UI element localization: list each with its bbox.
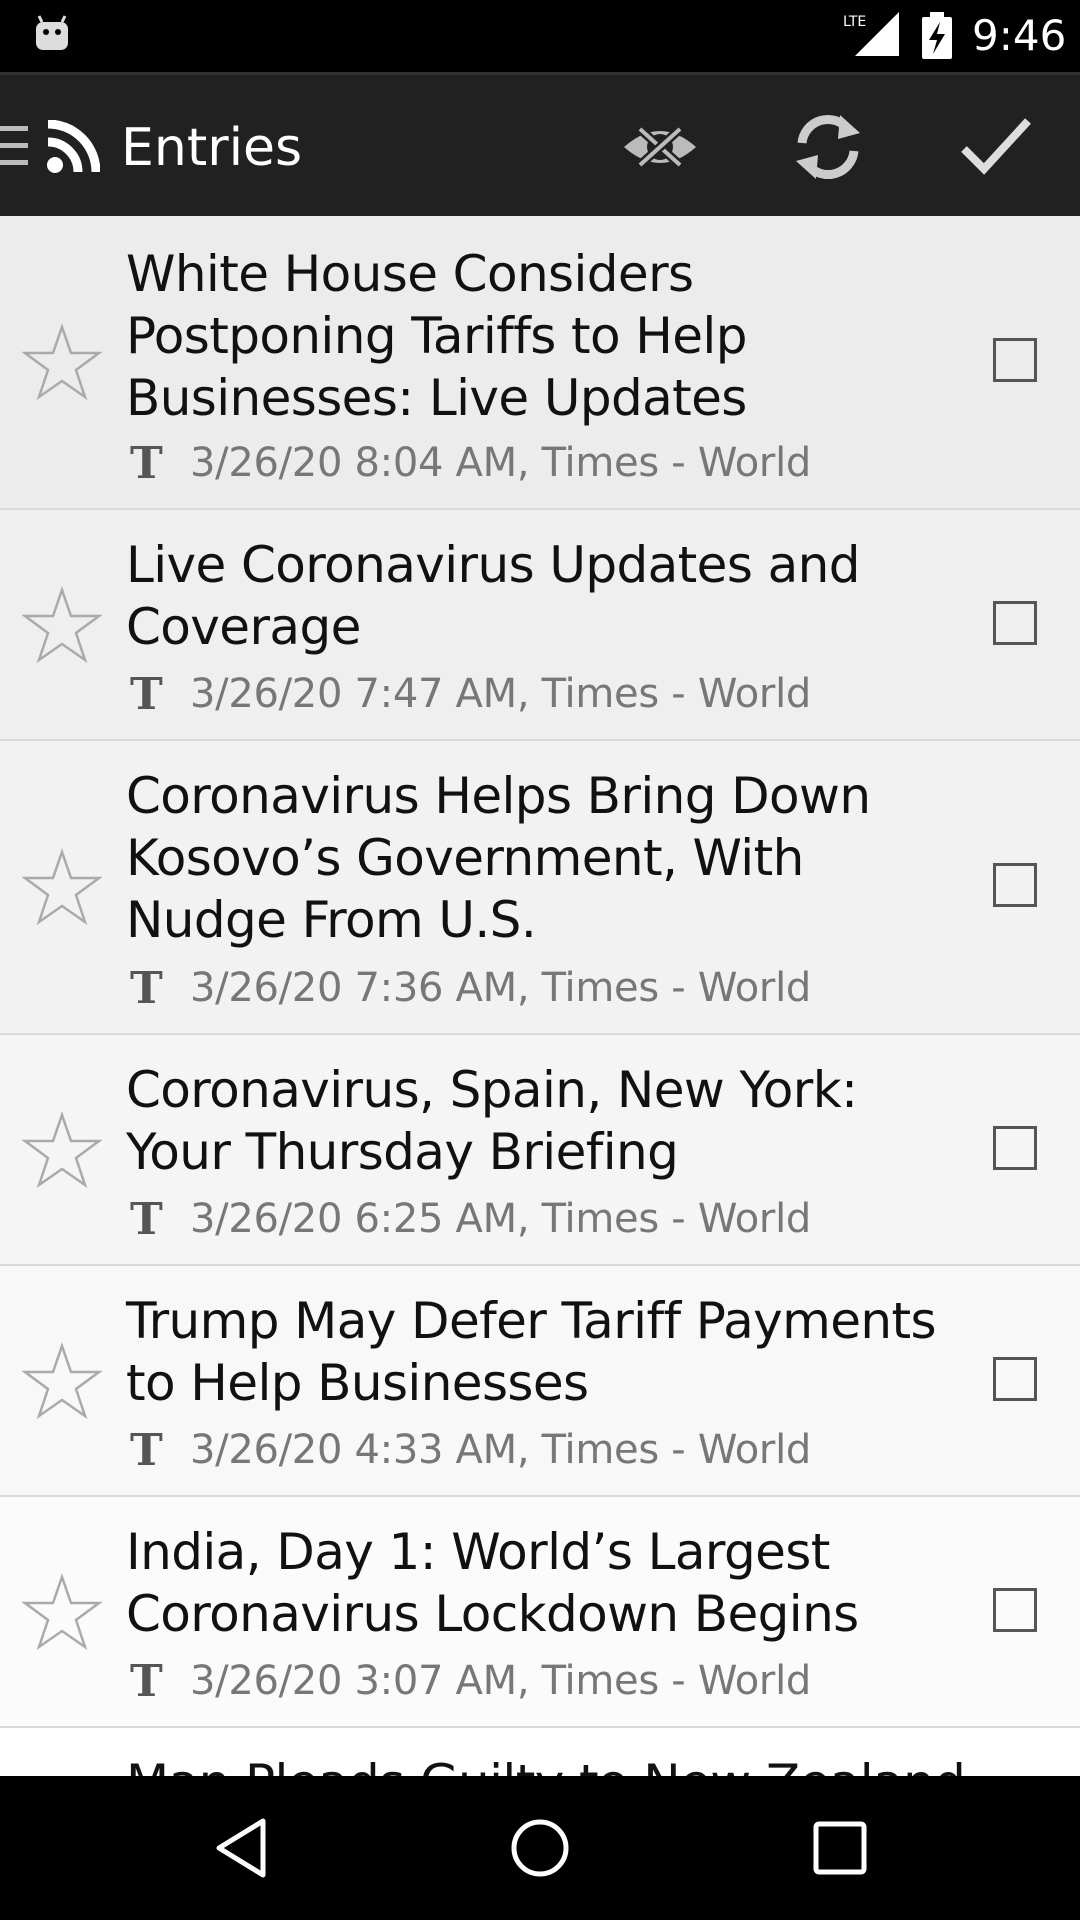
refresh-icon xyxy=(796,115,860,179)
entry-meta: T 3/26/20 8:04 AM, Times - World xyxy=(130,438,811,488)
mark-all-read-button[interactable] xyxy=(950,101,1042,193)
entry-title[interactable]: Coronavirus Helps Bring Down Kosovo’s Go… xyxy=(126,765,966,951)
entry-meta-text: 3/26/20 8:04 AM, Times - World xyxy=(190,440,811,486)
entry-title[interactable]: Trump May Defer Tariff Payments to Help … xyxy=(126,1290,966,1414)
back-button[interactable] xyxy=(196,1802,288,1894)
star-icon[interactable] xyxy=(22,1573,102,1653)
star-icon[interactable] xyxy=(22,586,102,666)
star-icon[interactable] xyxy=(22,1342,102,1422)
star-icon[interactable] xyxy=(22,323,102,403)
entry-title[interactable]: Live Coronavirus Updates and Coverage xyxy=(126,534,966,658)
svg-text:T: T xyxy=(130,671,163,717)
entry-checkbox[interactable] xyxy=(993,1588,1037,1632)
entry-checkbox[interactable] xyxy=(993,1357,1037,1401)
rss-icon[interactable] xyxy=(46,120,100,174)
entry-item[interactable]: Coronavirus Helps Bring Down Kosovo’s Go… xyxy=(0,741,1080,1035)
nyt-logo-icon: T xyxy=(130,1427,163,1473)
nyt-logo-icon: T xyxy=(130,440,163,486)
entry-item[interactable]: India, Day 1: World’s Largest Coronaviru… xyxy=(0,1497,1080,1728)
home-icon xyxy=(511,1819,569,1877)
android-icon xyxy=(36,15,68,50)
action-bar: Entries xyxy=(0,72,1080,216)
svg-text:T: T xyxy=(130,1658,163,1704)
hamburger-icon[interactable] xyxy=(0,124,28,168)
mark-all-read-icon xyxy=(961,118,1031,175)
entry-item[interactable]: Live Coronavirus Updates and Coverage T … xyxy=(0,510,1080,741)
entry-checkbox[interactable] xyxy=(993,601,1037,645)
home-button[interactable] xyxy=(494,1802,586,1894)
entry-item[interactable]: Trump May Defer Tariff Payments to Help … xyxy=(0,1266,1080,1497)
entry-meta-text: 3/26/20 7:47 AM, Times - World xyxy=(190,671,811,717)
entry-meta: T 3/26/20 4:33 AM, Times - World xyxy=(130,1425,811,1475)
nyt-logo-icon: T xyxy=(130,1196,163,1242)
entry-checkbox[interactable] xyxy=(993,1126,1037,1170)
nyt-logo-icon: T xyxy=(130,965,163,1011)
svg-text:T: T xyxy=(130,1427,163,1473)
status-bar: LTE 9:46 xyxy=(0,0,1080,72)
status-time: 9:46 xyxy=(972,11,1067,60)
hide-read-button[interactable] xyxy=(614,101,706,193)
entry-item[interactable]: Man Pleads Guilty to New Zealand xyxy=(0,1728,1080,1776)
network-label: LTE xyxy=(843,14,866,30)
hide-read-icon xyxy=(624,125,696,169)
star-icon[interactable] xyxy=(22,848,102,928)
entry-item[interactable]: Coronavirus, Spain, New York: Your Thurs… xyxy=(0,1035,1080,1266)
navigation-bar xyxy=(0,1776,1080,1920)
entry-title[interactable]: Coronavirus, Spain, New York: Your Thurs… xyxy=(126,1059,966,1183)
svg-text:T: T xyxy=(130,965,163,1011)
entry-meta-text: 3/26/20 6:25 AM, Times - World xyxy=(190,1196,811,1242)
entry-meta: T 3/26/20 7:36 AM, Times - World xyxy=(130,963,811,1013)
svg-text:T: T xyxy=(130,440,163,486)
entry-checkbox[interactable] xyxy=(993,863,1037,907)
page-title: Entries xyxy=(121,118,303,178)
entry-meta-text: 3/26/20 7:36 AM, Times - World xyxy=(190,965,811,1011)
svg-text:T: T xyxy=(130,1196,163,1242)
entry-item[interactable]: White House Considers Postponing Tariffs… xyxy=(0,216,1080,510)
entry-title[interactable]: India, Day 1: World’s Largest Coronaviru… xyxy=(126,1521,966,1645)
entries-list[interactable]: White House Considers Postponing Tariffs… xyxy=(0,216,1080,1776)
entry-checkbox[interactable] xyxy=(993,338,1037,382)
entry-meta-text: 3/26/20 3:07 AM, Times - World xyxy=(190,1658,811,1704)
entry-title[interactable]: Man Pleads Guilty to New Zealand xyxy=(126,1752,966,1776)
nyt-logo-icon: T xyxy=(130,1658,163,1704)
entry-meta: T 3/26/20 7:47 AM, Times - World xyxy=(130,669,811,719)
star-icon[interactable] xyxy=(22,1111,102,1191)
nyt-logo-icon: T xyxy=(130,671,163,717)
recents-button[interactable] xyxy=(794,1802,886,1894)
entry-meta: T 3/26/20 3:07 AM, Times - World xyxy=(130,1656,811,1706)
entry-meta: T 3/26/20 6:25 AM, Times - World xyxy=(130,1194,811,1244)
battery-charging-icon xyxy=(922,12,952,59)
entry-meta-text: 3/26/20 4:33 AM, Times - World xyxy=(190,1427,811,1473)
back-icon xyxy=(216,1818,266,1878)
entry-title[interactable]: White House Considers Postponing Tariffs… xyxy=(126,243,966,429)
lte-signal-icon: LTE xyxy=(843,12,899,56)
recents-icon xyxy=(813,1821,867,1875)
refresh-button[interactable] xyxy=(782,101,874,193)
